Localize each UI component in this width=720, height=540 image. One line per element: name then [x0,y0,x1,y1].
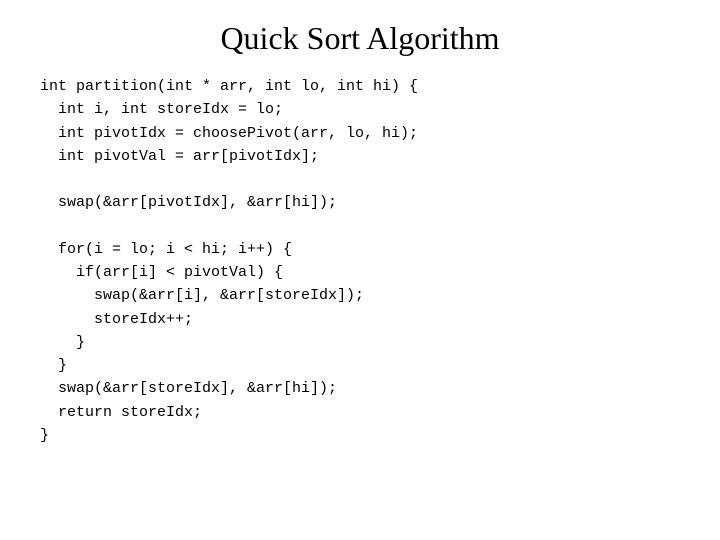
page-container: Quick Sort Algorithm int partition(int *… [0,0,720,540]
code-block: int partition(int * arr, int lo, int hi)… [40,75,680,447]
page-title: Quick Sort Algorithm [40,20,680,57]
